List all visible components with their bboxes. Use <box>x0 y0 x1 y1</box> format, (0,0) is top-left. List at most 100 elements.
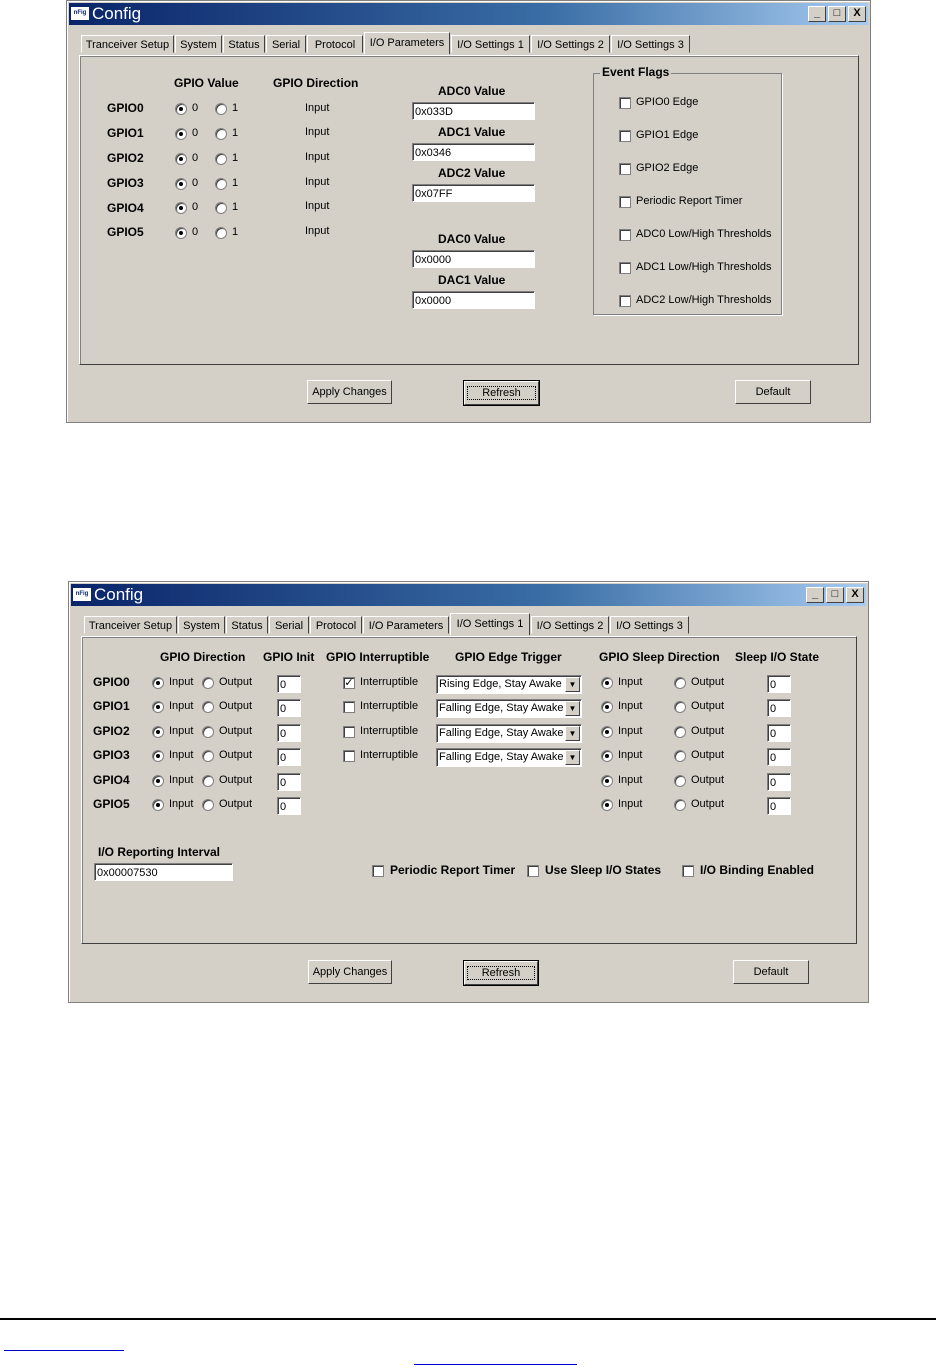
tab-status[interactable]: Status <box>226 616 268 634</box>
gpio0-direction-output-radio[interactable] <box>202 677 214 689</box>
gpio0-interruptible-checkbox[interactable]: ✓ <box>343 677 355 689</box>
maximize-button[interactable]: □ <box>826 587 844 603</box>
minimize-button[interactable]: _ <box>806 587 824 603</box>
gpio2-edge-trigger-select[interactable]: Falling Edge, Stay Awake ▼ <box>436 724 582 743</box>
gpio3-sleep-state-field[interactable]: 0 <box>767 748 791 766</box>
tab-status[interactable]: Status <box>223 35 265 53</box>
gpio4-value-1-radio[interactable] <box>215 202 227 214</box>
gpio3-sleep-input-radio[interactable] <box>601 750 613 762</box>
tab-serial[interactable]: Serial <box>269 616 309 634</box>
default-button[interactable]: Default <box>735 380 811 404</box>
gpio2-init-field[interactable]: 0 <box>277 724 301 742</box>
gpio1-edge-checkbox[interactable] <box>619 130 631 142</box>
minimize-button[interactable]: _ <box>808 6 826 22</box>
gpio1-sleep-output-radio[interactable] <box>674 701 686 713</box>
gpio1-value-0-radio[interactable] <box>175 128 187 140</box>
gpio0-value-0-radio[interactable] <box>175 103 187 115</box>
io-binding-enabled-checkbox[interactable] <box>682 865 694 877</box>
gpio1-direction-input-radio[interactable] <box>152 701 164 713</box>
reporting-interval-field[interactable]: 0x00007530 <box>94 863 233 881</box>
gpio3-init-field[interactable]: 0 <box>277 748 301 766</box>
gpio4-value-0-radio[interactable] <box>175 202 187 214</box>
chevron-down-icon[interactable]: ▼ <box>565 726 580 741</box>
tab-io-parameters[interactable]: I/O Parameters <box>364 32 450 54</box>
periodic-report-timer-checkbox[interactable] <box>619 196 631 208</box>
default-button[interactable]: Default <box>733 960 809 984</box>
tab-system[interactable]: System <box>178 616 225 634</box>
gpio0-edge-checkbox[interactable] <box>619 97 631 109</box>
gpio4-init-field[interactable]: 0 <box>277 773 301 791</box>
gpio0-sleep-output-radio[interactable] <box>674 677 686 689</box>
gpio1-interruptible-checkbox[interactable] <box>343 701 355 713</box>
gpio5-value-0-radio[interactable] <box>175 227 187 239</box>
gpio2-direction-input-radio[interactable] <box>152 726 164 738</box>
adc0-field[interactable]: 0x033D <box>412 102 535 120</box>
tab-io-settings-3[interactable]: I/O Settings 3 <box>610 616 689 634</box>
gpio4-direction-output-radio[interactable] <box>202 775 214 787</box>
tab-tranceiver-setup[interactable]: Tranceiver Setup <box>84 616 177 634</box>
adc1-field[interactable]: 0x0346 <box>412 143 535 161</box>
gpio4-direction-input-radio[interactable] <box>152 775 164 787</box>
gpio3-sleep-output-radio[interactable] <box>674 750 686 762</box>
refresh-button[interactable]: Refresh <box>463 960 539 986</box>
use-sleep-io-states-checkbox[interactable] <box>527 865 539 877</box>
periodic-report-timer-checkbox[interactable] <box>372 865 384 877</box>
gpio4-sleep-state-field[interactable]: 0 <box>767 773 791 791</box>
close-button[interactable]: X <box>848 6 866 22</box>
adc0-thresholds-checkbox[interactable] <box>619 229 631 241</box>
gpio3-edge-trigger-select[interactable]: Falling Edge, Stay Awake ▼ <box>436 748 582 767</box>
gpio2-edge-checkbox[interactable] <box>619 163 631 175</box>
gpio5-sleep-output-radio[interactable] <box>674 799 686 811</box>
chevron-down-icon[interactable]: ▼ <box>565 750 580 765</box>
gpio1-sleep-state-field[interactable]: 0 <box>767 699 791 717</box>
maximize-button[interactable]: □ <box>828 6 846 22</box>
gpio1-edge-trigger-select[interactable]: Falling Edge, Stay Awake ▼ <box>436 699 582 718</box>
gpio5-direction-input-radio[interactable] <box>152 799 164 811</box>
gpio1-direction-output-radio[interactable] <box>202 701 214 713</box>
gpio5-value-1-radio[interactable] <box>215 227 227 239</box>
gpio3-value-0-radio[interactable] <box>175 178 187 190</box>
tab-io-settings-1[interactable]: I/O Settings 1 <box>451 35 530 53</box>
gpio1-sleep-input-radio[interactable] <box>601 701 613 713</box>
tab-io-settings-2[interactable]: I/O Settings 2 <box>531 616 609 634</box>
gpio5-init-field[interactable]: 0 <box>277 797 301 815</box>
gpio5-direction-output-radio[interactable] <box>202 799 214 811</box>
adc2-thresholds-checkbox[interactable] <box>619 295 631 307</box>
tab-io-settings-1[interactable]: I/O Settings 1 <box>450 613 530 635</box>
tab-protocol[interactable]: Protocol <box>307 35 363 53</box>
gpio3-direction-output-radio[interactable] <box>202 750 214 762</box>
gpio0-value-1-radio[interactable] <box>215 103 227 115</box>
gpio3-direction-input-radio[interactable] <box>152 750 164 762</box>
chevron-down-icon[interactable]: ▼ <box>565 701 580 716</box>
apply-changes-button[interactable]: Apply Changes <box>308 960 392 984</box>
gpio2-value-1-radio[interactable] <box>215 153 227 165</box>
tab-tranceiver-setup[interactable]: Tranceiver Setup <box>81 35 174 53</box>
dac0-field[interactable]: 0x0000 <box>412 250 535 268</box>
gpio2-direction-output-radio[interactable] <box>202 726 214 738</box>
gpio5-sleep-input-radio[interactable] <box>601 799 613 811</box>
gpio4-sleep-output-radio[interactable] <box>674 775 686 787</box>
gpio1-init-field[interactable]: 0 <box>277 699 301 717</box>
close-button[interactable]: X <box>846 587 864 603</box>
gpio0-sleep-state-field[interactable]: 0 <box>767 675 791 693</box>
gpio2-sleep-output-radio[interactable] <box>674 726 686 738</box>
gpio5-sleep-state-field[interactable]: 0 <box>767 797 791 815</box>
adc2-field[interactable]: 0x07FF <box>412 184 535 202</box>
tab-io-settings-2[interactable]: I/O Settings 2 <box>531 35 610 53</box>
title-bar[interactable]: nFig Config _ □ X <box>69 3 868 25</box>
gpio3-interruptible-checkbox[interactable] <box>343 750 355 762</box>
gpio0-init-field[interactable]: 0 <box>277 675 301 693</box>
dac1-field[interactable]: 0x0000 <box>412 291 535 309</box>
gpio1-value-1-radio[interactable] <box>215 128 227 140</box>
footer-link-underline[interactable] <box>4 1350 124 1351</box>
gpio3-value-1-radio[interactable] <box>215 178 227 190</box>
gpio2-sleep-input-radio[interactable] <box>601 726 613 738</box>
gpio0-edge-trigger-select[interactable]: Rising Edge, Stay Awake ▼ <box>436 675 582 694</box>
gpio2-value-0-radio[interactable] <box>175 153 187 165</box>
adc1-thresholds-checkbox[interactable] <box>619 262 631 274</box>
chevron-down-icon[interactable]: ▼ <box>565 677 580 692</box>
tab-io-settings-3[interactable]: I/O Settings 3 <box>611 35 690 53</box>
gpio0-direction-input-radio[interactable] <box>152 677 164 689</box>
apply-changes-button[interactable]: Apply Changes <box>307 380 392 404</box>
tab-serial[interactable]: Serial <box>266 35 306 53</box>
